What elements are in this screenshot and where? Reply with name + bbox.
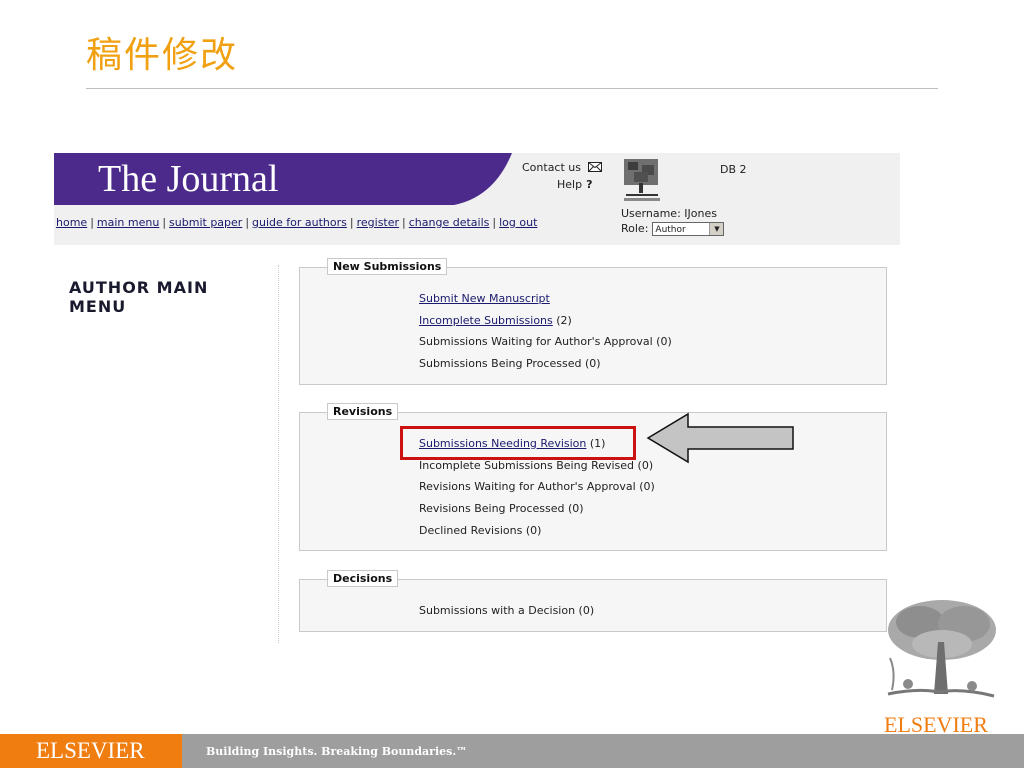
item-label: Submissions Waiting for Author's Approva… <box>419 335 653 349</box>
role-value: Author <box>655 225 686 235</box>
item-count: (0) <box>522 523 542 537</box>
item-count: (0) <box>575 604 595 617</box>
section-legend: Revisions <box>327 403 399 420</box>
title-divider <box>86 88 938 89</box>
nav-guide-for-authors[interactable]: guide for authors <box>252 216 347 229</box>
item-count: (0) <box>564 502 584 516</box>
list-item: Revisions Being Processed (0) <box>419 498 655 520</box>
nav-log-out[interactable]: log out <box>499 216 537 229</box>
list-item: Declined Revisions (0) <box>419 520 655 542</box>
role-select[interactable]: Author ▼ <box>652 222 725 236</box>
elsevier-tree-logo <box>887 600 996 698</box>
list-item: Submissions with a Decision (0) <box>419 600 594 622</box>
author-main-menu-heading: AUTHOR MAIN MENU <box>69 278 209 316</box>
nav-register[interactable]: register <box>357 216 399 229</box>
list-item: Incomplete Submissions (2) <box>419 310 672 332</box>
item-label: Submissions with a Decision <box>419 604 576 617</box>
nav-separator: | <box>492 216 497 229</box>
journal-banner: The Journal Contact us Help? DB 2 <box>54 153 900 205</box>
question-mark-icon: ? <box>586 178 593 191</box>
envelope-icon <box>587 162 602 172</box>
item-label: Declined Revisions <box>419 523 523 537</box>
chevron-down-icon: ▼ <box>709 223 724 235</box>
nav-separator: | <box>90 216 94 229</box>
submit-new-manuscript-link[interactable]: Submit New Manuscript <box>419 292 550 305</box>
section-items: Submit New Manuscript Incomplete Submiss… <box>419 288 672 375</box>
decisions-section: Decisions Submissions with a Decision (0… <box>299 570 887 632</box>
item-count: (2) <box>552 313 572 327</box>
nav-home[interactable]: home <box>56 216 87 229</box>
nav-main-menu[interactable]: main menu <box>97 216 159 229</box>
section-legend: New Submissions <box>327 258 448 275</box>
left-arrow-icon <box>646 412 794 464</box>
nav-separator: | <box>245 216 250 229</box>
nav-links: home | main menu | submit paper | guide for au… <box>56 216 537 229</box>
database-label: DB 2 <box>720 163 747 176</box>
journal-title: The Journal <box>98 158 279 200</box>
elsevier-tree-logo <box>624 159 660 201</box>
help-label: Help <box>557 178 583 191</box>
contact-us-label: Contact us <box>522 161 581 174</box>
highlight-box <box>400 426 636 460</box>
role-label: Role: <box>621 222 649 235</box>
section-legend: Decisions <box>327 570 399 587</box>
journal-screenshot: The Journal Contact us Help? DB 2 home | m… <box>54 153 900 643</box>
item-count: (0) <box>635 480 655 494</box>
item-label: Revisions Waiting for Author's Approval <box>419 480 636 494</box>
nav-separator: | <box>162 216 167 229</box>
section-items: Submissions with a Decision (0) <box>419 600 594 622</box>
item-label: Revisions Being Processed <box>419 502 565 516</box>
nav-separator: | <box>349 216 354 229</box>
item-label: Submissions Being Processed <box>419 357 582 371</box>
list-item: Revisions Waiting for Author's Approval … <box>419 476 655 498</box>
footer-brand: ELSEVIER <box>36 738 145 763</box>
list-item: Submit New Manuscript <box>419 288 672 310</box>
nav-bar: home | main menu | submit paper | guide for au… <box>54 205 900 245</box>
nav-submit-paper[interactable]: submit paper <box>169 216 242 229</box>
nav-change-details[interactable]: change details <box>409 216 490 229</box>
help-link[interactable]: Help? <box>557 178 592 191</box>
list-item: Submissions Being Processed (0) <box>419 353 672 375</box>
item-label: Incomplete Submissions Being Revised <box>419 458 635 472</box>
footer-tagline: Building Insights. Breaking Boundaries.™ <box>206 745 468 758</box>
item-count: (0) <box>581 357 601 371</box>
column-divider <box>278 265 279 643</box>
username-label: Username: <box>621 207 681 220</box>
item-count: (0) <box>652 335 672 349</box>
nav-separator: | <box>402 216 406 229</box>
contact-us-link[interactable]: Contact us <box>522 161 602 174</box>
role-row: Role: Author ▼ <box>621 222 725 236</box>
list-item: Submissions Waiting for Author's Approva… <box>419 331 672 353</box>
new-submissions-section: New Submissions Submit New Manuscript In… <box>299 258 887 385</box>
username-row: Username: IJones <box>621 207 717 220</box>
incomplete-submissions-link[interactable]: Incomplete Submissions <box>419 314 553 327</box>
slide-title: 稿件修改 <box>86 35 239 76</box>
username-value: IJones <box>684 207 717 220</box>
